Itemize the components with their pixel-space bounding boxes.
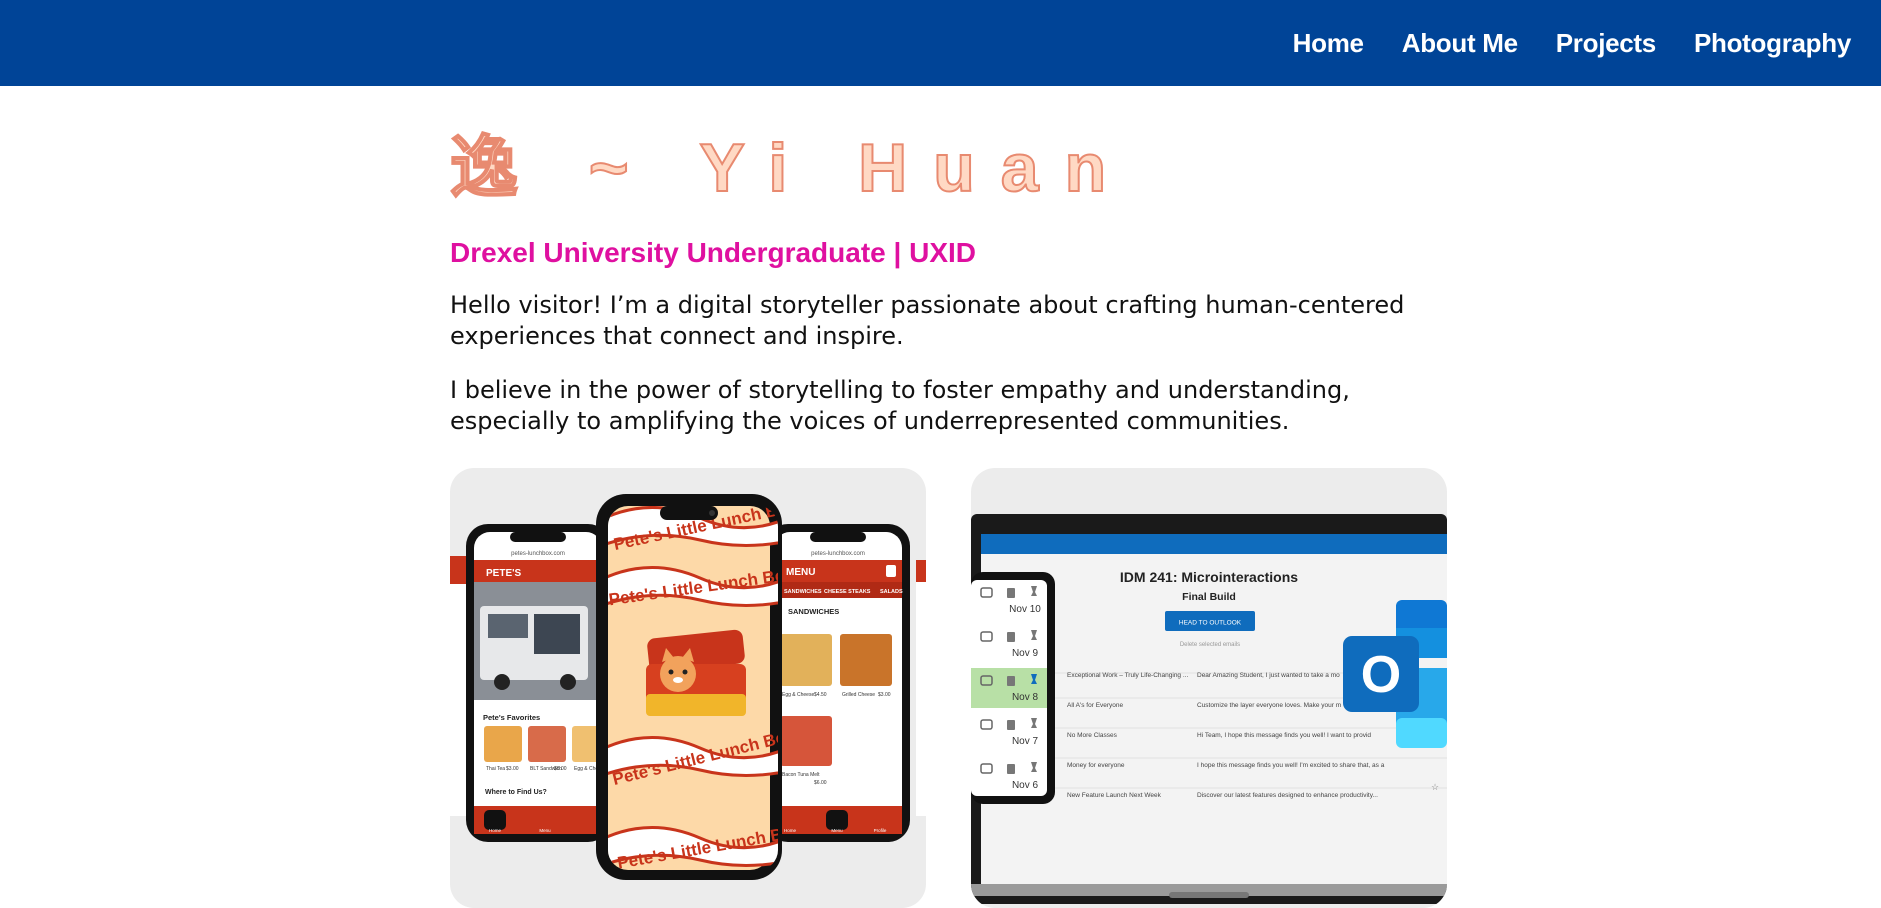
right-tab-sandwiches: SANDWICHES	[784, 589, 822, 595]
right-item-1-name: Egg & Cheese	[782, 692, 814, 698]
top-navbar: Home About Me Projects Photography	[0, 0, 1881, 86]
phone-overlay: Nov 10 Nov 9 Nov 8 Nov 7 Nov 6	[971, 572, 1055, 804]
nav-photography-link[interactable]: Photography	[1694, 28, 1851, 59]
microinteractions-mockup: IDM 241: Microinteractions Final Build H…	[971, 514, 1447, 904]
left-phone-url: petes-lunchbox.com	[511, 551, 565, 557]
phone-date: Nov 9	[1012, 648, 1039, 659]
phone-date: Nov 6	[1012, 780, 1039, 791]
mockup-title: IDM 241: Microinteractions	[1120, 569, 1298, 585]
email-subject: Money for everyone	[1067, 762, 1125, 769]
email-subject: New Feature Launch Next Week	[1067, 792, 1162, 799]
nav-home-link[interactable]: Home	[1293, 28, 1364, 59]
right-item-1-price: $4.50	[814, 692, 827, 698]
project-card-petes-lunchbox[interactable]: petes-lunchbox.com PETE'S Pete's Favorit…	[450, 468, 926, 908]
right-item-3-price: $6.00	[814, 780, 827, 786]
right-nav-home: Home	[784, 828, 797, 833]
right-phone: petes-lunchbox.com MENU SANDWICHES CHEES…	[766, 524, 910, 842]
offscreen-phone-right	[916, 560, 926, 816]
left-phone-brand: PETE'S	[486, 568, 521, 579]
email-subject: Exceptional Work – Truly Life-Changing .…	[1067, 672, 1188, 679]
star-icon[interactable]: ☆	[1431, 782, 1439, 792]
main-nav: Home About Me Projects Photography	[1293, 0, 1852, 86]
left-tab-home: Home	[489, 828, 502, 833]
nav-projects-link[interactable]: Projects	[1556, 28, 1657, 59]
trash-icon[interactable]	[1007, 588, 1015, 598]
phone-date: Nov 10	[1009, 604, 1041, 615]
right-item-2-price: $3.00	[878, 692, 891, 698]
right-item-3-name: Bacon Tuna Melt	[782, 772, 820, 778]
head-to-outlook-label: HEAD TO OUTLOOK	[1179, 620, 1242, 627]
hero-subtitle: Drexel University Undergraduate | UXID	[450, 237, 976, 268]
trash-icon[interactable]	[1007, 764, 1015, 774]
lunchbox-mascot-illustration	[646, 629, 746, 716]
left-item-2-price: $6.00	[554, 766, 567, 772]
right-phone-header: MENU	[786, 567, 815, 578]
phone-date: Nov 7	[1012, 736, 1039, 747]
email-preview: Dear Amazing Student, I just wanted to t…	[1197, 672, 1340, 679]
outlook-logo-letter: O	[1361, 646, 1401, 704]
nav-about-me-link[interactable]: About Me	[1402, 28, 1518, 59]
center-phone: Pete's Little Lunch Box Pete's Little Lu…	[596, 494, 782, 880]
petes-lunchbox-mockup: petes-lunchbox.com PETE'S Pete's Favorit…	[450, 494, 926, 880]
right-tab-cheese-steaks: CHEESE STEAKS	[824, 589, 871, 595]
left-phone-section: Pete's Favorites	[483, 713, 540, 722]
left-item-1-price: $3.00	[506, 766, 519, 772]
project-card-microinteractions[interactable]: IDM 241: Microinteractions Final Build H…	[971, 468, 1447, 908]
project-cards: petes-lunchbox.com PETE'S Pete's Favorit…	[450, 468, 1448, 908]
left-phone: petes-lunchbox.com PETE'S Pete's Favorit…	[466, 524, 610, 842]
trash-icon[interactable]	[1007, 632, 1015, 642]
right-item-2-name: Grilled Cheese	[842, 692, 875, 698]
left-phone-find-label: Where to Find Us?	[485, 789, 547, 796]
right-nav-menu: Menu	[831, 828, 843, 833]
email-preview: Customize the layer everyone loves. Make…	[1197, 702, 1341, 709]
delete-caption: Delete selected emails	[1180, 642, 1240, 648]
phone-date: Nov 8	[1012, 692, 1039, 703]
trash-icon[interactable]	[1007, 676, 1015, 686]
email-preview: Hi Team, I hope this message finds you w…	[1197, 732, 1371, 739]
email-preview: Discover our latest features designed to…	[1197, 792, 1378, 799]
left-item-1-name: Thai Tea	[486, 766, 505, 772]
trash-icon[interactable]	[1007, 720, 1015, 730]
email-subject: All A's for Everyone	[1067, 702, 1124, 709]
hero-section: 逸 ~ Yi Huan Drexel University Undergradu…	[449, 120, 1450, 437]
left-tab-menu: Menu	[539, 828, 551, 833]
right-tab-salads: SALADS	[880, 589, 903, 595]
mission-paragraph: I believe in the power of storytelling t…	[450, 376, 1350, 435]
right-nav-profile: Profile	[874, 828, 887, 833]
page-title: 逸 ~ Yi Huan	[449, 129, 1133, 207]
email-preview: I hope this message finds you well! I'm …	[1197, 762, 1385, 769]
email-subject: No More Classes	[1067, 732, 1118, 739]
right-phone-section: SANDWICHES	[788, 607, 839, 616]
right-phone-url: petes-lunchbox.com	[811, 551, 865, 557]
mockup-subtitle: Final Build	[1182, 591, 1236, 603]
intro-paragraph: Hello visitor! I’m a digital storyteller…	[450, 291, 1405, 350]
